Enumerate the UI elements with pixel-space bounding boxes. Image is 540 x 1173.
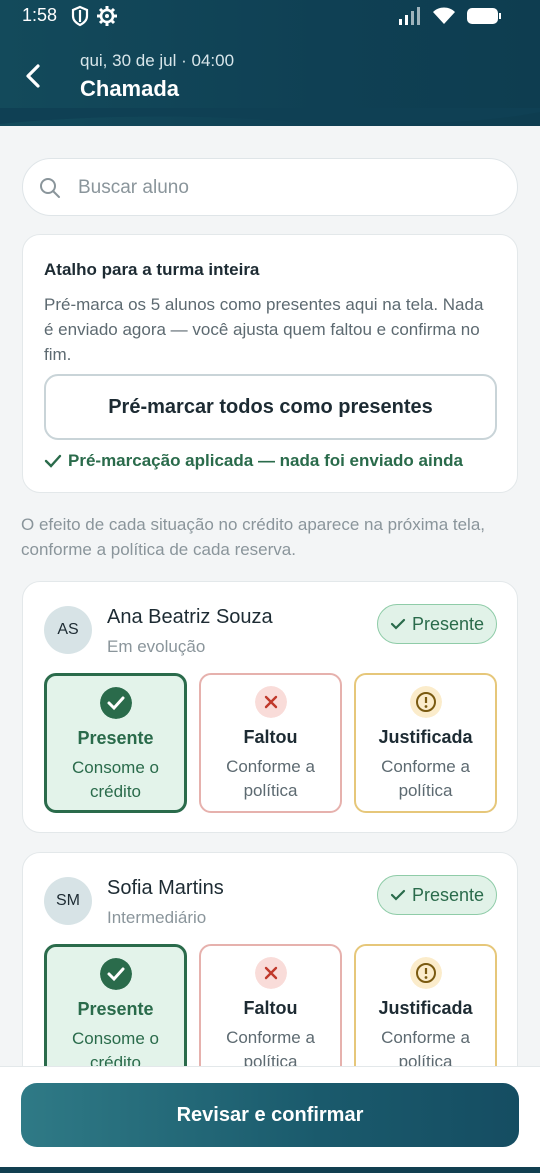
status-badge-label: Presente [411, 613, 485, 634]
chevron-left-icon [26, 64, 40, 88]
option-title: Justificada [378, 998, 473, 1018]
student-card: AS Ana Beatriz Souza Em evolução Present… [22, 581, 518, 833]
gear-icon [97, 6, 117, 26]
student-level: Em evolução [107, 637, 206, 656]
check-icon [390, 618, 406, 630]
status-badge-label: Presente [411, 884, 485, 905]
search-input[interactable]: Buscar aluno [22, 158, 518, 216]
student-name: Ana Beatriz Souza [107, 606, 273, 628]
alert-icon [409, 686, 442, 718]
battery-icon [467, 8, 501, 24]
avatar: AS [44, 606, 92, 654]
close-icon [254, 957, 287, 989]
student-card: SM Sofia Martins Intermediário Presente … [22, 852, 518, 1066]
student-level: Intermediário [107, 908, 207, 927]
student-name: Sofia Martins [107, 877, 224, 899]
wifi-icon [433, 7, 455, 24]
shortcut-description: Pré-marca os 5 alunos como presentes aqu… [44, 295, 484, 364]
check-icon [44, 454, 62, 468]
alert-icon [409, 957, 442, 989]
option-title: Presente [77, 999, 154, 1019]
review-confirm-button[interactable]: Revisar e confirmar [21, 1083, 519, 1147]
search-icon [40, 178, 60, 198]
option-desc: Conforme a política [381, 757, 470, 800]
option-present[interactable]: Presente Consome o crédito [44, 673, 187, 813]
footer-bar: Revisar e confirmar [0, 1066, 540, 1173]
shortcut-card: Atalho para a turma inteira Pré-marca os… [22, 234, 518, 493]
signal-icon [399, 7, 420, 25]
avatar: SM [44, 877, 92, 925]
option-title: Faltou [243, 998, 298, 1018]
option-title: Justificada [378, 727, 473, 747]
back-button[interactable] [20, 60, 52, 94]
page-title: Chamada [80, 76, 180, 101]
option-title: Faltou [243, 727, 298, 747]
check-circle-icon [99, 958, 132, 990]
option-desc: Conforme a política [226, 1028, 315, 1066]
search-placeholder: Buscar aluno [78, 177, 189, 198]
premark-status: Pré-marcação aplicada — nada foi enviado… [44, 451, 463, 471]
header-subtitle: qui, 30 de jul · 04:00 [80, 51, 235, 70]
option-title: Presente [77, 728, 154, 748]
shortcut-title: Atalho para a turma inteira [44, 260, 260, 279]
option-desc: Consome o crédito [72, 758, 159, 801]
status-badge: Presente [377, 604, 497, 644]
option-present[interactable]: Presente Consome o crédito [44, 944, 187, 1066]
option-justified[interactable]: Justificada Conforme a política [354, 944, 497, 1066]
option-justified[interactable]: Justificada Conforme a política [354, 673, 497, 813]
option-desc: Conforme a política [381, 1028, 470, 1066]
status-bar: 1:58 [0, 0, 540, 32]
main-content: Buscar aluno Atalho para a turma inteira… [0, 126, 540, 1066]
status-time: 1:58 [22, 5, 58, 25]
option-desc: Conforme a política [226, 757, 315, 800]
credit-info-text: O efeito de cada situação no crédito apa… [21, 515, 486, 559]
option-absent[interactable]: Faltou Conforme a política [199, 944, 342, 1066]
option-absent[interactable]: Faltou Conforme a política [199, 673, 342, 813]
premark-all-button[interactable]: Pré-marcar todos como presentes [44, 374, 497, 440]
close-icon [254, 686, 287, 718]
check-icon [390, 889, 406, 901]
navigation-bar [0, 1167, 540, 1173]
status-badge: Presente [377, 875, 497, 915]
premark-status-text: Pré-marcação aplicada — nada foi enviado… [68, 451, 463, 470]
shield-icon [71, 5, 89, 27]
option-desc: Consome o crédito [72, 1029, 159, 1066]
check-circle-icon [99, 687, 132, 719]
